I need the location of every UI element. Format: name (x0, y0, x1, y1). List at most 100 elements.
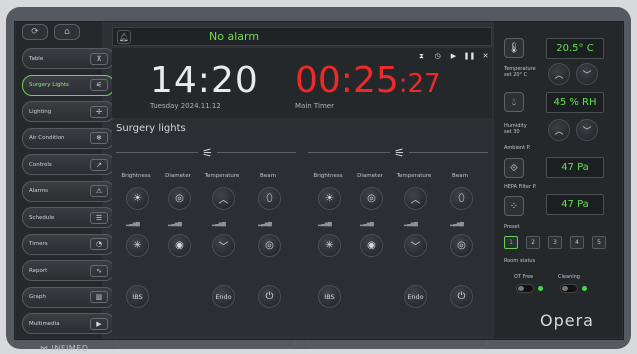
humidity-value: 45 % RH (546, 92, 604, 113)
preset-button-5[interactable]: 5 (592, 236, 606, 249)
endo-button[interactable]: Endo (404, 285, 427, 308)
preset-button-4[interactable]: 4 (570, 236, 584, 249)
temperature-down-button[interactable]: ﹀ (576, 63, 598, 85)
up-icon[interactable]: ︿ (404, 187, 427, 210)
beam-small-icon[interactable]: ◎ (450, 234, 473, 257)
hepa-filter-icon: ⁘ (504, 196, 524, 216)
sidebar-item-label: Table (29, 55, 44, 62)
sidebar-item-controls[interactable]: Controls ↗ (22, 154, 115, 175)
main-timer: 00:25:27 (295, 60, 441, 101)
logo-text: INFIMED (51, 344, 89, 353)
beam-icon[interactable]: ⬯ (450, 187, 473, 210)
section-title: Surgery lights (116, 123, 186, 134)
sidebar-item-air-condition[interactable]: Air Condition ❄ (22, 127, 115, 149)
cleaning-toggle[interactable] (560, 284, 578, 293)
sidebar-item-label: Graph (29, 294, 46, 300)
table-icon: ⊼ (90, 52, 108, 65)
column-label: Beam (260, 173, 276, 179)
bell-icon[interactable]: 🔔︎ (117, 30, 131, 44)
diameter-small-icon[interactable]: ◉ (360, 234, 383, 257)
preset-label: Preset (504, 224, 520, 230)
sidebar-item-alarms[interactable]: Alarms ⚠ (22, 180, 115, 202)
cleaning-label: Cleaning (558, 274, 580, 280)
preset-button-2[interactable]: 2 (526, 236, 540, 249)
current-date: Tuesday 2024.11.12 (150, 102, 221, 110)
surgery-light-icon: ⚟ (90, 79, 108, 91)
sidebar-item-label: Multimedia (29, 320, 60, 327)
hepa-value: 47 Pa (546, 194, 604, 215)
sidebar-item-graph[interactable]: Graph ▥ (22, 286, 115, 308)
beam-icon[interactable]: ⬯ (258, 187, 281, 210)
surgery-lamp-icon: ⚟ (390, 146, 409, 160)
column-label: Temperature (204, 173, 240, 179)
ibs-button[interactable]: IBS (318, 285, 341, 308)
sidebar: ⟳ ⌂ Table ⊼ Surgery Lights ⚟ Lighting ✢ Air Co… (16, 22, 115, 353)
sidebar-item-label: Schedule (29, 214, 55, 221)
group-divider (308, 341, 488, 349)
down-icon[interactable]: ﹀ (212, 234, 235, 257)
sync-icon[interactable]: ⟳ (22, 24, 48, 40)
ot-free-toggle[interactable] (516, 284, 534, 293)
down-icon[interactable]: ﹀ (404, 234, 427, 257)
column-label: Beam (452, 173, 468, 179)
sidebar-item-lighting[interactable]: Lighting ✢ (22, 101, 115, 122)
warning-icon: ⚠ (90, 185, 108, 197)
home-icon[interactable]: ⌂ (54, 24, 80, 40)
up-icon[interactable]: ︿ (212, 187, 235, 210)
sidebar-item-label: Alarms (29, 188, 49, 194)
diameter-small-icon[interactable]: ◉ (168, 234, 191, 257)
graph-icon: ▥ (90, 291, 108, 303)
sun-icon[interactable]: ☀ (126, 187, 149, 210)
pause-icon[interactable]: ❚❚ (464, 51, 476, 61)
column-label: Brightness (313, 173, 343, 179)
sun-small-icon[interactable]: ✳ (318, 234, 341, 257)
surgery-lights-panel: Surgery lights ⚟ Brightness ☀ ▂▃▅▆ ✳ Diameter… (112, 120, 492, 349)
power-icon[interactable]: ⏻ (258, 285, 281, 308)
ot-free-label: OT Free (514, 274, 534, 280)
beam-small-icon[interactable]: ◎ (258, 234, 281, 257)
sun-icon[interactable]: ☀ (318, 187, 341, 210)
sidebar-item-schedule[interactable]: Schedule ☰ (22, 207, 115, 228)
thermometer-icon: 🌡︎ (504, 38, 524, 58)
controls-icon: ↗ (90, 158, 108, 171)
lighting-icon: ✢ (90, 105, 108, 118)
sidebar-item-timers[interactable]: Timers ◔ (22, 233, 115, 255)
sidebar-item-multimedia[interactable]: Multimedia ▶ (22, 313, 115, 334)
ambient-value: 47 Pa (546, 157, 604, 178)
brand-opera: Opera (540, 311, 594, 330)
play-icon[interactable]: ▶ (448, 51, 459, 61)
preset-button-3[interactable]: 3 (548, 236, 562, 249)
sidebar-item-surgery-lights[interactable]: Surgery Lights ⚟ (22, 74, 115, 96)
clock-panel: ⧗ ◷ ▶ ❚❚ ✕ 14:20 Tuesday 2024.11.12 00:25:27… (112, 48, 492, 118)
diameter-icon[interactable]: ◎ (360, 187, 383, 210)
sun-small-icon[interactable]: ✳ (126, 234, 149, 257)
preset-button-1[interactable]: 1 (504, 236, 518, 249)
ibs-button[interactable]: IBS (126, 285, 149, 308)
power-icon[interactable]: ⏻ (450, 285, 473, 308)
ambient-label: Ambient P. (504, 145, 531, 151)
report-icon: ∿ (90, 264, 108, 277)
column-label: Brightness (121, 173, 151, 179)
diameter-icon[interactable]: ◎ (168, 187, 191, 210)
ambient-pressure-icon: ⟐ (504, 158, 524, 178)
light-group-1: ⚟ Brightness ☀ ▂▃▅▆ ✳ Diameter ◎ ▂▃▅▆ ◉ Temperatu… (112, 146, 298, 349)
snowflake-icon: ❄ (90, 132, 108, 144)
logo-mark-icon: ⋈ (40, 344, 49, 353)
timer-icon: ◔ (90, 238, 108, 250)
group-divider (116, 341, 296, 349)
endo-button[interactable]: Endo (212, 285, 235, 308)
sidebar-item-table[interactable]: Table ⊼ (22, 48, 115, 69)
temperature-up-button[interactable]: ︿ (548, 63, 570, 85)
schedule-icon: ☰ (90, 211, 108, 224)
level-indicator: ▂▃▅▆ (318, 221, 332, 227)
close-icon[interactable]: ✕ (480, 51, 491, 61)
level-indicator: ▂▃▅▆ (450, 221, 464, 227)
humidity-down-button[interactable]: ﹀ (576, 119, 598, 141)
multimedia-icon: ▶ (90, 317, 108, 330)
temperature-value: 20.5° C (546, 38, 604, 59)
humidity-up-button[interactable]: ︿ (548, 119, 570, 141)
sidebar-item-report[interactable]: Report ∿ (22, 260, 115, 281)
sidebar-item-label: Report (29, 267, 48, 274)
sidebar-item-label: Timers (29, 241, 48, 247)
timer-main-value: 00:25 (295, 60, 399, 101)
